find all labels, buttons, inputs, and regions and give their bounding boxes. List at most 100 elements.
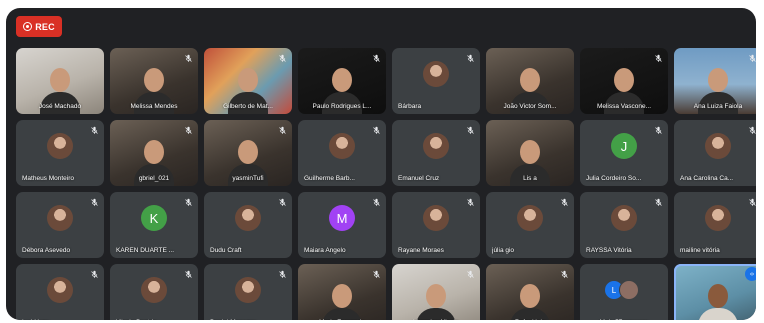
meeting-window: REC José Machado Melissa Mendes Gilberto d… [6,8,756,320]
participant-tile[interactable]: Guilherme Barb... [298,120,386,186]
participant-tile[interactable]: L Mais 57 pessoas [580,264,668,320]
mic-off-icon [464,124,476,136]
mic-off-icon [370,268,382,280]
participant-name: Dudu Craft [210,247,242,254]
mic-off-icon [464,52,476,64]
participant-tile[interactable]: J Julia Cordeiro So... [580,120,668,186]
mic-off-icon [652,196,664,208]
participant-name: KAREN DUARTE ... [116,247,175,254]
participant-name: José Machado [38,103,82,110]
mic-off-icon [182,124,194,136]
participant-tile[interactable]: Gilberto de Mat... [204,48,292,114]
participant-tile[interactable]: Dudu Craft [204,192,292,258]
participant-video [322,278,362,320]
mic-off-icon [276,268,288,280]
more-participants-avatars: L [604,280,639,300]
participant-name: Matheus Monteiro [22,175,75,182]
participant-name: gbriel_021 [138,175,170,182]
mic-off-icon [746,196,756,208]
participant-tile[interactable]: João Victor Som... [486,48,574,114]
participant-name: Vitoria Beatriz [116,319,192,320]
participant-tile[interactable]: K KAREN DUARTE ... [110,192,198,258]
participant-name: RAYSSA Vitória [586,247,632,254]
participant-name: Melissa Vascone... [596,103,652,110]
record-icon [23,22,33,31]
mic-off-icon [746,124,756,136]
participant-name: Luá Yuzo [22,319,98,320]
participant-tile[interactable]: mailine vitória [674,192,756,258]
mic-off-icon [182,196,194,208]
participant-tile[interactable]: Melissa Vascone... [580,48,668,114]
participant-avatar: K [141,205,167,231]
participant-name: Maiara Angelo [304,247,346,254]
participant-tile[interactable]: M Maiara Angelo [298,192,386,258]
self-video [698,278,738,320]
participant-tile[interactable]: Vitoria Beatriz [110,264,198,320]
mic-off-icon [88,124,100,136]
participant-tile[interactable]: gbriel_021 [110,120,198,186]
participant-avatar: M [329,205,355,231]
mic-off-icon [370,52,382,64]
participant-tile[interactable] [674,264,756,320]
participant-tile[interactable]: yasminTufi [204,120,292,186]
mic-off-icon [276,52,288,64]
participant-tile[interactable]: Luá Yuzo [16,264,104,320]
participant-name: Rafael luiz [492,319,568,320]
mic-off-icon [746,52,756,64]
participant-tile[interactable]: júlia gio [486,192,574,258]
participant-name: Daniel Menezes [210,319,286,320]
mic-off-icon [652,124,664,136]
participant-photo [235,277,261,303]
participant-tile[interactable]: Maria Fernanda [298,264,386,320]
mic-off-icon [276,124,288,136]
participant-photo [329,133,355,159]
participant-name: Guilherme Barb... [304,175,355,182]
participant-photo [705,133,731,159]
participant-photo [235,205,261,231]
participant-name: Julia Cordeiro So... [586,175,642,182]
mic-off-icon [652,52,664,64]
participant-photo [47,277,73,303]
mic-off-icon [182,268,194,280]
participant-tile[interactable]: Melissa Mendes [110,48,198,114]
recording-badge: REC [16,16,62,37]
participant-photo [141,277,167,303]
participant-name: Ana Carolina Ca... [680,175,734,182]
participant-tile[interactable]: Débora Asevedo [16,192,104,258]
participant-video [510,278,550,320]
participant-name: júlia gio [492,247,515,254]
participant-tile[interactable]: Ana Luiza Faiola [674,48,756,114]
participant-name: João Victor Som... [503,103,557,110]
participant-tile[interactable]: Daniel Menezes [204,264,292,320]
mic-off-icon [464,268,476,280]
participant-tile[interactable]: Bárbara [392,48,480,114]
participant-photo [517,205,543,231]
participant-photo [47,133,73,159]
mic-off-icon [558,196,570,208]
participant-tile[interactable]: Lis a [486,120,574,186]
participant-tile[interactable]: Paulo Rodrigues L... [298,48,386,114]
participant-tile[interactable]: José Machado [16,48,104,114]
mic-off-icon [370,196,382,208]
participant-name: Lis a [523,175,537,182]
participant-photo [423,133,449,159]
participant-tile[interactable]: Rafael luiz [486,264,574,320]
participant-tile[interactable]: Veronica Nicole [392,264,480,320]
participant-tile[interactable]: Emanuel Cruz [392,120,480,186]
participant-name: Rayane Moraes [398,247,444,254]
participant-photo [423,61,449,87]
participant-tile[interactable]: RAYSSA Vitória [580,192,668,258]
speaking-indicator-icon [745,267,756,281]
participant-name: Melissa Mendes [130,103,178,110]
participant-tile[interactable]: Matheus Monteiro [16,120,104,186]
participant-photo [423,205,449,231]
participant-name: Débora Asevedo [22,247,71,254]
mic-off-icon [558,268,570,280]
participant-name: mailine vitória [680,247,720,254]
recording-label: REC [35,21,55,32]
participant-tile[interactable]: Ana Carolina Ca... [674,120,756,186]
participant-tile[interactable]: Rayane Moraes [392,192,480,258]
participant-name: Bárbara [398,103,422,110]
mic-off-icon [464,196,476,208]
participant-name: Emanuel Cruz [398,175,440,182]
